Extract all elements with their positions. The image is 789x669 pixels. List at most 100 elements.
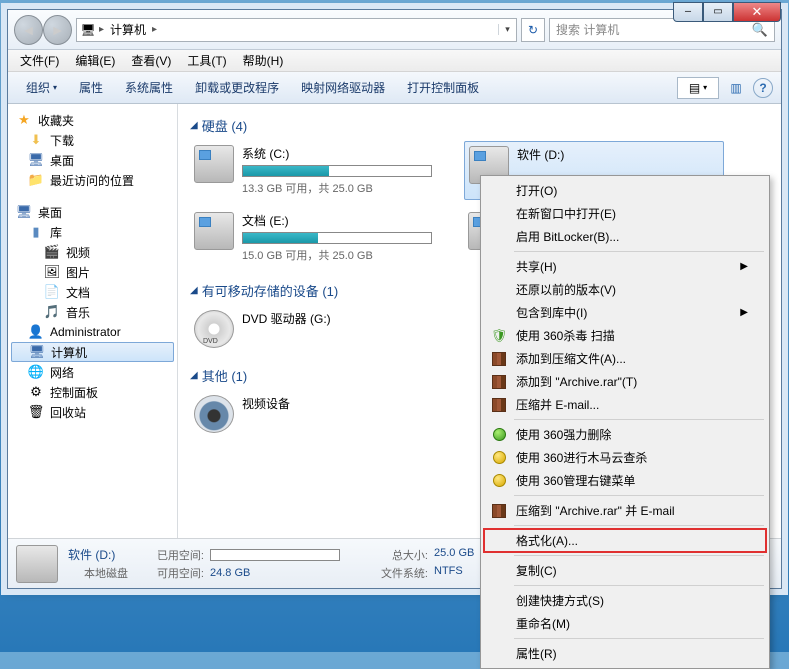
view-mode-button[interactable]: ▤▾	[677, 77, 719, 99]
section-hdd[interactable]: ◢硬盘 (4)	[190, 116, 769, 135]
menu-view[interactable]: 查看(V)	[123, 50, 179, 71]
ctx-item[interactable]: 添加到压缩文件(A)...	[484, 347, 766, 370]
toolbar-uninstall[interactable]: 卸载或更改程序	[185, 75, 289, 100]
ctx-item[interactable]: 压缩并 E-mail...	[484, 393, 766, 416]
status-free-label: 可用空间:	[144, 565, 204, 581]
maximize-button[interactable]: ▭	[703, 2, 733, 22]
drive-name: 系统 (C:)	[242, 145, 446, 162]
ctx-item[interactable]: 包含到库中(I)▶	[484, 301, 766, 324]
ctx-item[interactable]: 添加到 "Archive.rar"(T)	[484, 370, 766, 393]
sidebar-downloads[interactable]: ⬇下载	[8, 130, 177, 150]
status-info: 软件 (D:) 本地磁盘	[68, 546, 134, 581]
toolbar-organize[interactable]: 组织▾	[16, 75, 67, 100]
sidebar-music[interactable]: 🎵音乐	[8, 302, 177, 322]
menu-help[interactable]: 帮助(H)	[235, 50, 292, 71]
back-icon: ◄	[22, 22, 36, 38]
collapse-icon: ◢	[190, 370, 198, 381]
search-placeholder: 搜索 计算机	[556, 21, 619, 38]
cpanel-icon: ⚙	[28, 384, 44, 400]
ctx-item-label: 属性(R)	[516, 645, 557, 662]
preview-pane-button[interactable]: ▥	[723, 77, 749, 99]
download-icon: ⬇	[28, 132, 44, 148]
drive-name: 文档 (E:)	[242, 212, 446, 229]
device-video[interactable]: 视频设备	[190, 391, 450, 437]
ctx-item-label: 在新窗口中打开(E)	[516, 205, 616, 222]
sidebar-libraries[interactable]: ▮库	[8, 222, 177, 242]
address-dropdown[interactable]: ▾	[498, 24, 516, 35]
archive-icon	[490, 350, 508, 368]
sidebar-recycle[interactable]: 🗑回收站	[8, 402, 177, 422]
ctx-item[interactable]: 还原以前的版本(V)	[484, 278, 766, 301]
status-used-label: 已用空间:	[144, 547, 204, 563]
drive-name: DVD 驱动器 (G:)	[242, 310, 446, 327]
drive-e[interactable]: 文档 (E:) 15.0 GB 可用，共 25.0 GB	[190, 208, 450, 267]
sidebar-computer[interactable]: 🖥计算机	[11, 342, 174, 362]
ctx-item-label: 使用 360强力删除	[516, 426, 611, 443]
sidebar-documents[interactable]: 📄文档	[8, 282, 177, 302]
ctx-item[interactable]: 格式化(A)...	[484, 529, 766, 552]
drive-c[interactable]: 系统 (C:) 13.3 GB 可用，共 25.0 GB	[190, 141, 450, 200]
address-bar[interactable]: 🖥 ▸ 计算机 ▸ ▾	[76, 18, 517, 42]
chevron-down-icon: ▾	[53, 83, 57, 92]
ctx-item[interactable]: 使用 360管理右键菜单	[484, 469, 766, 492]
sidebar-pictures[interactable]: 🖼图片	[8, 262, 177, 282]
ctx-item[interactable]: 使用 360进行木马云查杀	[484, 446, 766, 469]
ctx-item-label: 还原以前的版本(V)	[516, 281, 616, 298]
ctx-item[interactable]: 重命名(M)	[484, 612, 766, 635]
menu-edit[interactable]: 编辑(E)	[67, 50, 123, 71]
sidebar-desktop-header[interactable]: 🖥桌面	[8, 202, 177, 222]
ctx-item-label: 添加到压缩文件(A)...	[516, 350, 626, 367]
desktop-icon: 🖥	[16, 204, 32, 220]
breadcrumb-sep: ▸	[152, 24, 157, 35]
sidebar-desktop[interactable]: 🖥桌面	[8, 150, 177, 170]
maximize-icon: ▭	[713, 6, 722, 18]
drive-dvd[interactable]: DVD 驱动器 (G:)	[190, 306, 450, 352]
sidebar-network[interactable]: 🌐网络	[8, 362, 177, 382]
ctx-item[interactable]: 复制(C)	[484, 559, 766, 582]
refresh-button[interactable]: ↻	[521, 18, 545, 42]
ctx-item[interactable]: 在新窗口中打开(E)	[484, 202, 766, 225]
ctx-separator	[514, 525, 764, 526]
ctx-separator	[514, 495, 764, 496]
ctx-separator	[514, 638, 764, 639]
help-button[interactable]: ?	[753, 78, 773, 98]
toolbar-right: ▤▾ ▥ ?	[677, 77, 773, 99]
toolbar-properties[interactable]: 属性	[69, 75, 113, 100]
ctx-item-label: 使用 360管理右键菜单	[516, 472, 635, 489]
forward-button[interactable]: ►	[43, 15, 72, 45]
toolbar-cpanel[interactable]: 打开控制面板	[397, 75, 489, 100]
ctx-item-label: 格式化(A)...	[516, 532, 578, 549]
ctx-item[interactable]: 使用 360强力删除	[484, 423, 766, 446]
sidebar: ★收藏夹 ⬇下载 🖥桌面 📁最近访问的位置 🖥桌面 ▮库 🎬视频 🖼图片 📄文档…	[8, 104, 178, 538]
ctx-item[interactable]: 压缩到 "Archive.rar" 并 E-mail	[484, 499, 766, 522]
status-col2: 总大小: 25.0 GB 文件系统: NTFS	[368, 547, 474, 581]
ctx-item[interactable]: 共享(H)▶	[484, 255, 766, 278]
ctx-item-label: 使用 360进行木马云查杀	[516, 449, 647, 466]
toolbar-mapdrive[interactable]: 映射网络驱动器	[291, 75, 395, 100]
status-col1: 已用空间: 可用空间: 24.8 GB	[144, 547, 340, 581]
computer-icon: 🖥	[29, 344, 45, 360]
ctx-item[interactable]: 🛡使用 360杀毒 扫描	[484, 324, 766, 347]
menu-tools[interactable]: 工具(T)	[179, 50, 234, 71]
sidebar-recent[interactable]: 📁最近访问的位置	[8, 170, 177, 190]
ctx-item[interactable]: 启用 BitLocker(B)...	[484, 225, 766, 248]
toolbar-sysprops[interactable]: 系统属性	[115, 75, 183, 100]
status-used-bar	[210, 549, 340, 561]
ctx-item[interactable]: 创建快捷方式(S)	[484, 589, 766, 612]
close-button[interactable]: ✕	[733, 2, 781, 22]
status-free-value: 24.8 GB	[210, 567, 340, 579]
menu-file[interactable]: 文件(F)	[12, 50, 67, 71]
minimize-button[interactable]: —	[673, 2, 703, 22]
computer-icon: 🖥	[77, 23, 99, 37]
sidebar-cpanel[interactable]: ⚙控制面板	[8, 382, 177, 402]
green-dot-icon	[490, 426, 508, 444]
sidebar-videos[interactable]: 🎬视频	[8, 242, 177, 262]
breadcrumb-computer[interactable]: 计算机	[104, 21, 152, 38]
minimize-icon: —	[685, 7, 691, 18]
sidebar-admin[interactable]: 👤Administrator	[8, 322, 177, 342]
ctx-item[interactable]: 属性(R)	[484, 642, 766, 665]
back-button[interactable]: ◄	[14, 15, 43, 45]
ctx-item[interactable]: 打开(O)	[484, 179, 766, 202]
status-type-label: 本地磁盘	[68, 565, 128, 581]
sidebar-fav-header[interactable]: ★收藏夹	[8, 110, 177, 130]
